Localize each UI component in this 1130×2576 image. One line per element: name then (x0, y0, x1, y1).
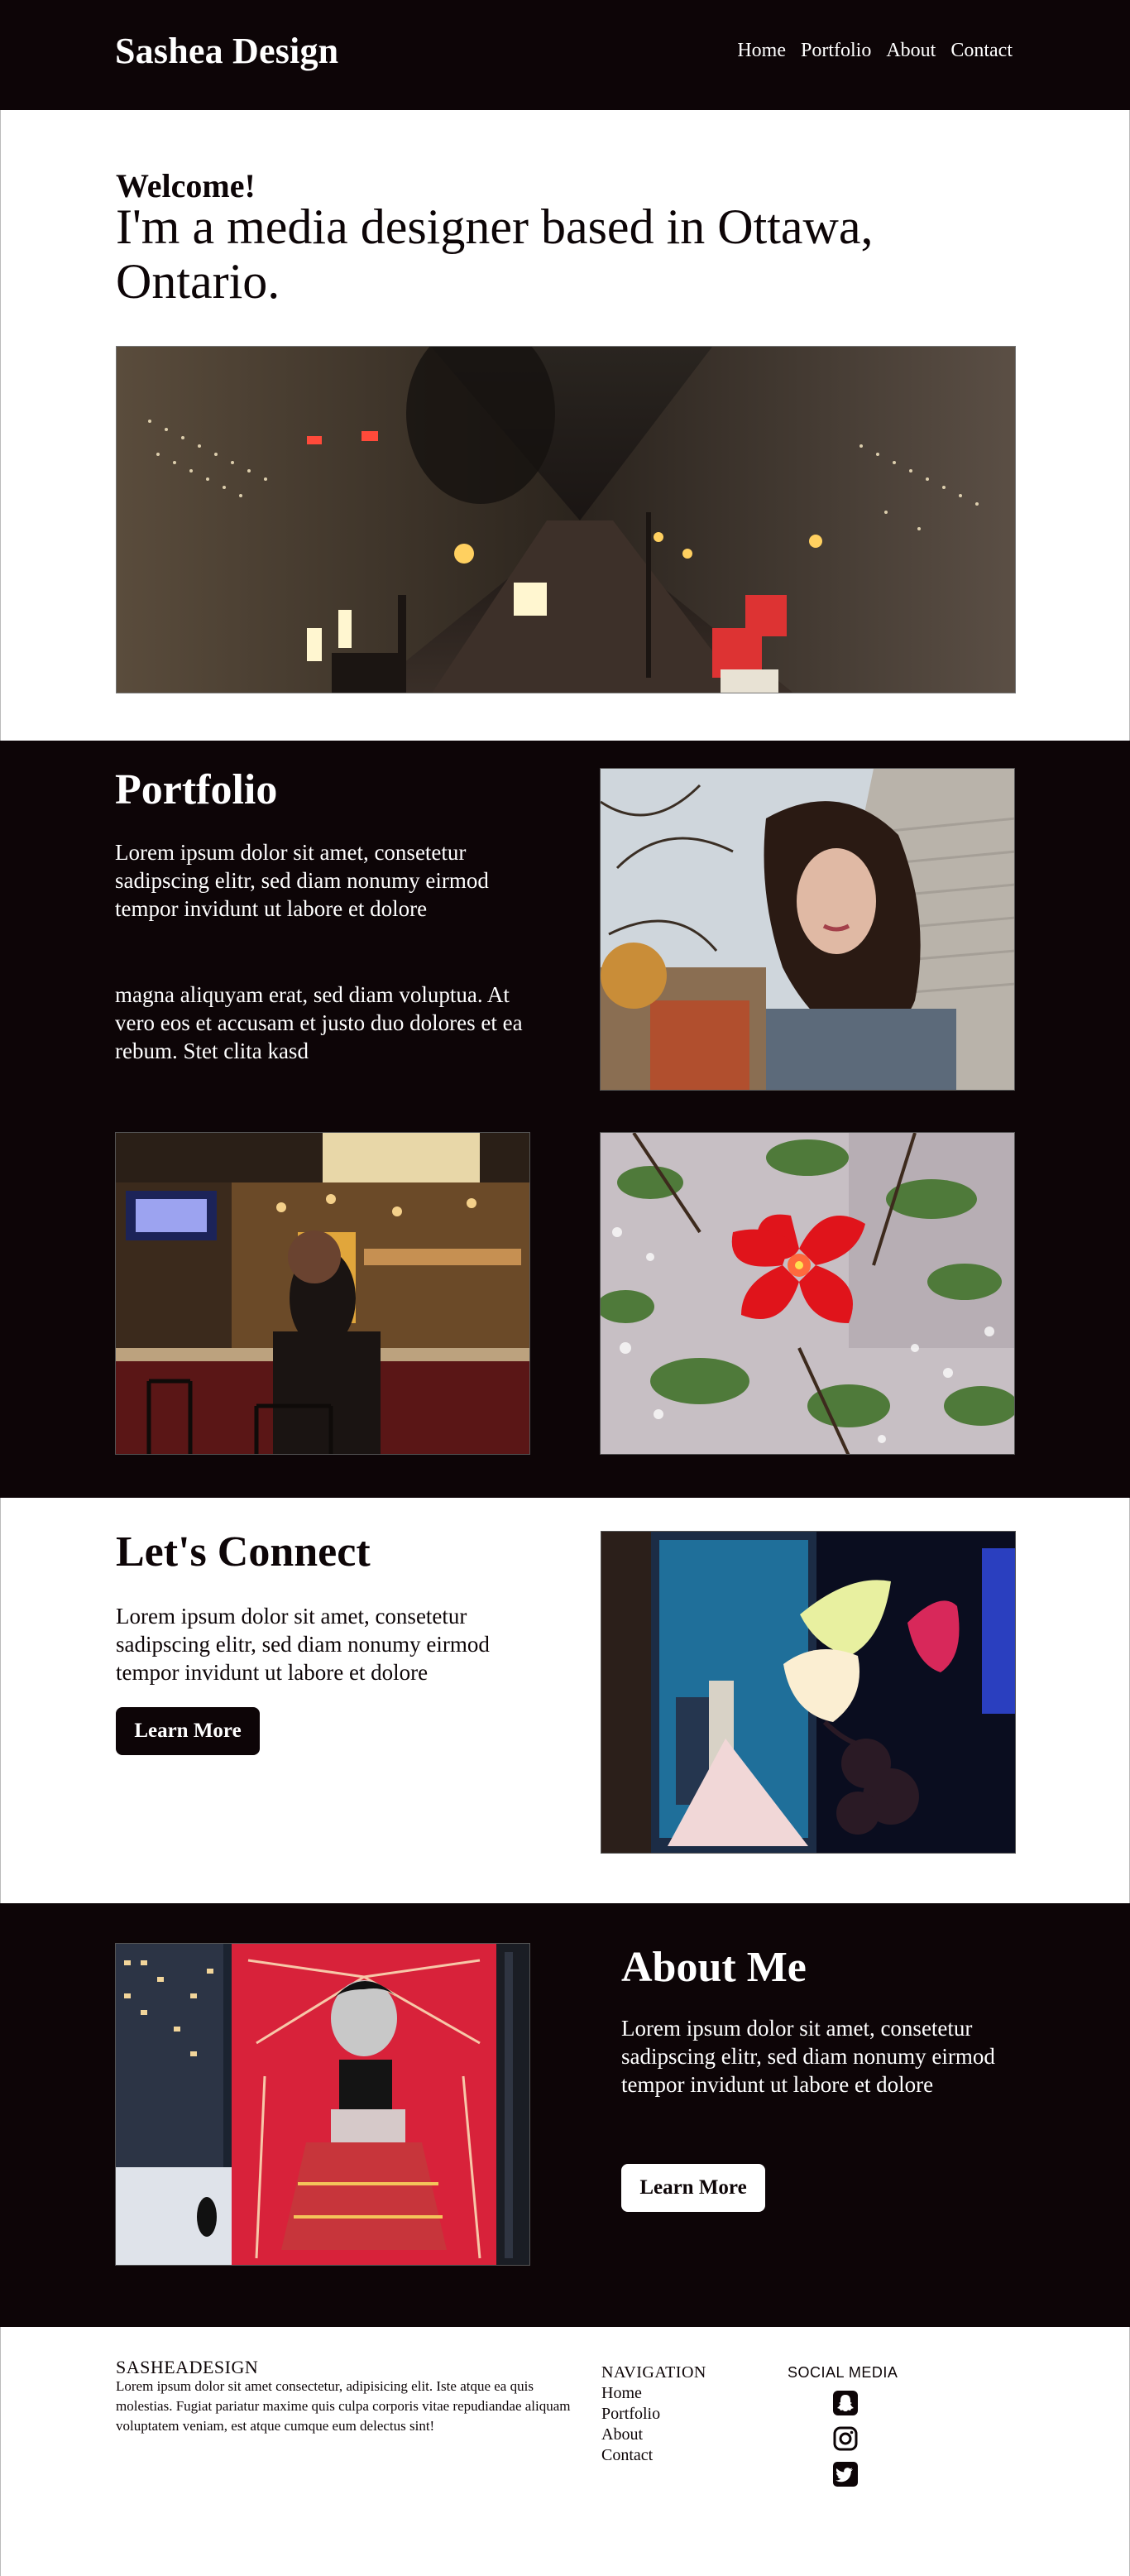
connect-heading: Let's Connect (116, 1528, 371, 1576)
about-text: Lorem ipsum dolor sit amet, consetetur s… (621, 2016, 995, 2097)
hero-section: Welcome! I'm a media designer based in O… (0, 110, 1130, 741)
footer-nav-item: About (601, 2425, 660, 2445)
portfolio-text-1: Lorem ipsum dolor sit amet, consetetur s… (115, 840, 489, 921)
portfolio-section: Portfolio Lorem ipsum dolor sit amet, co… (0, 741, 1130, 1498)
nav-home-link[interactable]: Home (737, 40, 786, 62)
bar-interior-photo (115, 1132, 530, 1455)
connect-text: Lorem ipsum dolor sit amet, consetetur s… (116, 1604, 490, 1685)
site-footer: SASHEADESIGN Lorem ipsum dolor sit amet … (0, 2327, 1130, 2576)
footer-nav-item: Home (601, 2383, 660, 2404)
footer-description: Lorem ipsum dolor sit amet consectetur, … (116, 2378, 571, 2434)
portrait-woman-photo (600, 768, 1015, 1091)
footer-nav-item: Contact (601, 2445, 660, 2466)
connect-section: Let's Connect Lorem ipsum dolor sit amet… (0, 1498, 1130, 1903)
footer-about-link[interactable]: About (601, 2425, 643, 2444)
instagram-icon[interactable] (832, 2425, 859, 2452)
portfolio-text-2: magna aliquyam erat, sed diam voluptua. … (115, 982, 523, 1063)
connect-learn-more-button[interactable]: Learn More (116, 1707, 260, 1755)
hero-tagline: I'm a media designer based in Ottawa, On… (116, 199, 874, 309)
site-logo[interactable]: Sashea Design (115, 30, 338, 72)
about-section: About Me Lorem ipsum dolor sit amet, con… (0, 1903, 1130, 2327)
footer-nav-item: Portfolio (601, 2404, 660, 2425)
neon-lamp-photo (601, 1531, 1016, 1854)
footer-brand: SASHEADESIGN (116, 2357, 259, 2377)
nav-about-link[interactable]: About (886, 40, 936, 62)
nav-contact-link[interactable]: Contact (950, 40, 1013, 62)
footer-portfolio-link[interactable]: Portfolio (601, 2405, 660, 2423)
about-heading: About Me (621, 1944, 807, 1991)
site-header: Sashea Design Home Portfolio About Conta… (0, 0, 1130, 110)
footer-nav: Home Portfolio About Contact (601, 2383, 660, 2466)
city-street-night-photo (116, 346, 1016, 693)
portfolio-heading: Portfolio (115, 766, 278, 813)
twitter-icon[interactable] (832, 2461, 859, 2487)
footer-social-heading: SOCIAL MEDIA (788, 2364, 898, 2381)
about-learn-more-button[interactable]: Learn More (621, 2164, 765, 2212)
snapchat-icon[interactable] (832, 2390, 859, 2416)
street-art-poster-photo (115, 1943, 530, 2266)
main-nav: Home Portfolio About Contact (737, 40, 1013, 62)
red-hibiscus-photo (600, 1132, 1015, 1455)
nav-portfolio-link[interactable]: Portfolio (801, 40, 871, 62)
footer-nav-heading: NAVIGATION (601, 2363, 706, 2382)
page: Sashea Design Home Portfolio About Conta… (0, 0, 1130, 2576)
social-links (832, 2390, 859, 2487)
footer-contact-link[interactable]: Contact (601, 2446, 653, 2464)
footer-home-link[interactable]: Home (601, 2384, 642, 2402)
